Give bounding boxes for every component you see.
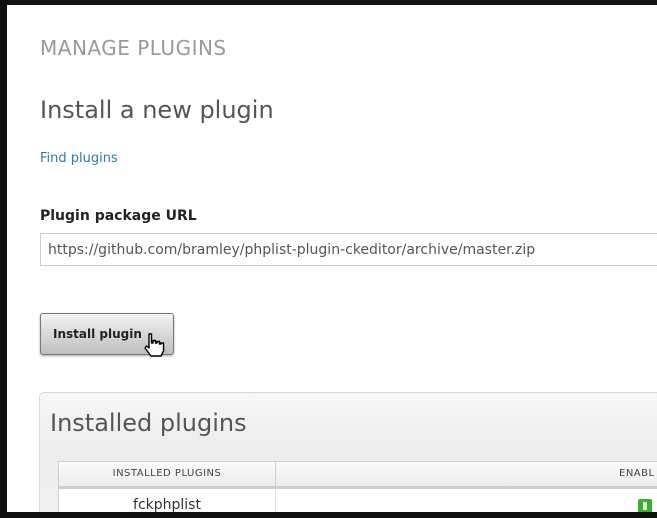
- manage-plugins-page: MANAGE PLUGINS Install a new plugin Find…: [7, 5, 657, 512]
- installed-plugins-table: INSTALLED PLUGINS ENABL fckphplist: [58, 461, 657, 512]
- table-header-row: INSTALLED PLUGINS ENABL: [59, 462, 657, 489]
- plugin-name-cell: fckphplist: [59, 490, 276, 512]
- screen-border-left: [0, 0, 7, 518]
- installed-plugins-panel: Installed plugins INSTALLED PLUGINS ENAB…: [39, 392, 657, 512]
- hand-cursor-icon: [144, 333, 165, 357]
- enabled-icon[interactable]: [638, 499, 652, 512]
- column-header-enabled: ENABL: [619, 468, 655, 479]
- page-title: MANAGE PLUGINS: [40, 36, 227, 60]
- installed-plugins-heading: Installed plugins: [50, 409, 247, 437]
- plugin-url-label: Plugin package URL: [40, 208, 197, 224]
- column-header-installed-plugins: INSTALLED PLUGINS: [59, 462, 276, 486]
- find-plugins-link[interactable]: Find plugins: [40, 151, 118, 166]
- screen-border-bottom: [0, 512, 657, 518]
- plugin-url-input[interactable]: [40, 233, 657, 266]
- install-section-heading: Install a new plugin: [40, 96, 274, 124]
